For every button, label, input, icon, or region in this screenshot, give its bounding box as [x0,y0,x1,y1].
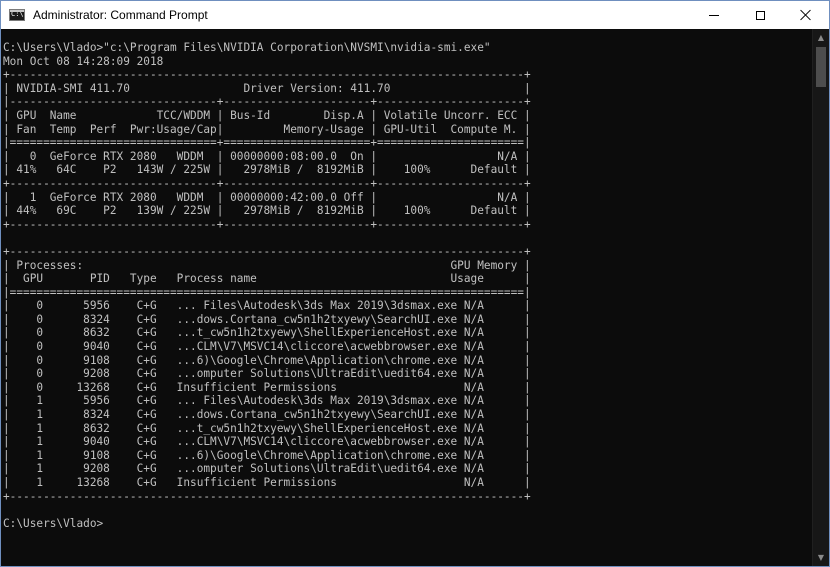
console-line: | Fan Temp Perf Pwr:Usage/Cap| Memory-Us… [3,122,531,136]
console-line: | NVIDIA-SMI 411.70 Driver Version: 411.… [3,81,531,95]
maximize-button[interactable] [737,1,783,29]
console-line: +-------------------------------+-------… [3,217,531,231]
console-line: +-------------------------------+-------… [3,176,531,190]
console-line: |-------------------------------+-------… [3,95,531,109]
console-line: +---------------------------------------… [3,244,531,258]
console-line: | 1 9208 C+G ...omputer Solutions\UltraE… [3,462,531,476]
scrollbar-thumb[interactable] [816,47,826,87]
title-bar[interactable]: C:\ Administrator: Command Prompt [1,1,829,29]
close-button[interactable] [783,1,829,29]
console-line: | 41% 64C P2 143W / 225W | 2978MiB / 819… [3,163,531,177]
console-line: | GPU PID Type Process name Usage | [3,272,531,286]
console-line: |===============================+=======… [3,136,531,150]
scroll-up-arrow-icon: ▲ [817,33,825,42]
window-controls [691,1,829,29]
console-line: | 44% 69C P2 139W / 225W | 2978MiB / 819… [3,204,531,218]
console-line: | 1 9108 C+G ...6)\Google\Chrome\Applica… [3,448,531,462]
scroll-down-arrow-icon: ▼ [817,553,825,562]
minimize-button[interactable] [691,1,737,29]
console-line: | 0 9108 C+G ...6)\Google\Chrome\Applica… [3,353,531,367]
console-line: +---------------------------------------… [3,489,531,503]
console-line: | 0 GeForce RTX 2080 WDDM | 00000000:08:… [3,149,531,163]
console-line: C:\Users\Vlado> [3,516,104,530]
console-line: C:\Users\Vlado>"c:\Program Files\NVIDIA … [3,41,491,54]
window-title: Administrator: Command Prompt [33,8,208,22]
console-line: | 0 5956 C+G ... Files\Autodesk\3ds Max … [3,299,531,313]
console-line: | Processes: GPU Memory | [3,258,531,272]
console-line: | GPU Name TCC/WDDM | Bus-Id Disp.A | Vo… [3,108,531,122]
console-output[interactable]: C:\Users\Vlado>"c:\Program Files\NVIDIA … [1,29,813,566]
console-text: C:\Users\Vlado>"c:\Program Files\NVIDIA … [3,41,531,530]
minimize-icon [709,14,719,16]
console-line: | 1 5956 C+G ... Files\Autodesk\3ds Max … [3,394,531,408]
console-line: Mon Oct 08 14:28:09 2018 [3,54,164,68]
console-line: | 0 8324 C+G ...dows.Cortana_cw5n1h2txye… [3,312,531,326]
console-line: |=======================================… [3,285,531,299]
console-line: +---------------------------------------… [3,68,531,82]
maximize-icon [755,10,765,20]
console-line: | 0 13268 C+G Insufficient Permissions N… [3,380,531,394]
console-line: | 1 9040 C+G ...CLM\V7\MSVC14\cliccore\a… [3,435,531,449]
close-icon [800,9,812,21]
vertical-scrollbar[interactable]: ▲ ▼ [812,29,829,566]
console-line: | 1 8324 C+G ...dows.Cortana_cw5n1h2txye… [3,408,531,422]
command-prompt-icon[interactable]: C:\ [9,9,25,21]
console-line: | 0 9208 C+G ...omputer Solutions\UltraE… [3,367,531,381]
console-line: | 1 13268 C+G Insufficient Permissions N… [3,476,531,489]
command-prompt-window: C:\ Administrator: Command Prompt C:\Use… [0,0,830,567]
console-line: | 0 9040 C+G ...CLM\V7\MSVC14\cliccore\a… [3,340,531,354]
scroll-up-button[interactable]: ▲ [813,29,829,46]
scroll-down-button[interactable]: ▼ [813,549,829,566]
console-line: | 1 8632 C+G ...t_cw5n1h2txyewy\ShellExp… [3,421,531,435]
console-line: | 0 8632 C+G ...t_cw5n1h2txyewy\ShellExp… [3,326,531,340]
console-line: | 1 GeForce RTX 2080 WDDM | 00000000:42:… [3,190,531,204]
